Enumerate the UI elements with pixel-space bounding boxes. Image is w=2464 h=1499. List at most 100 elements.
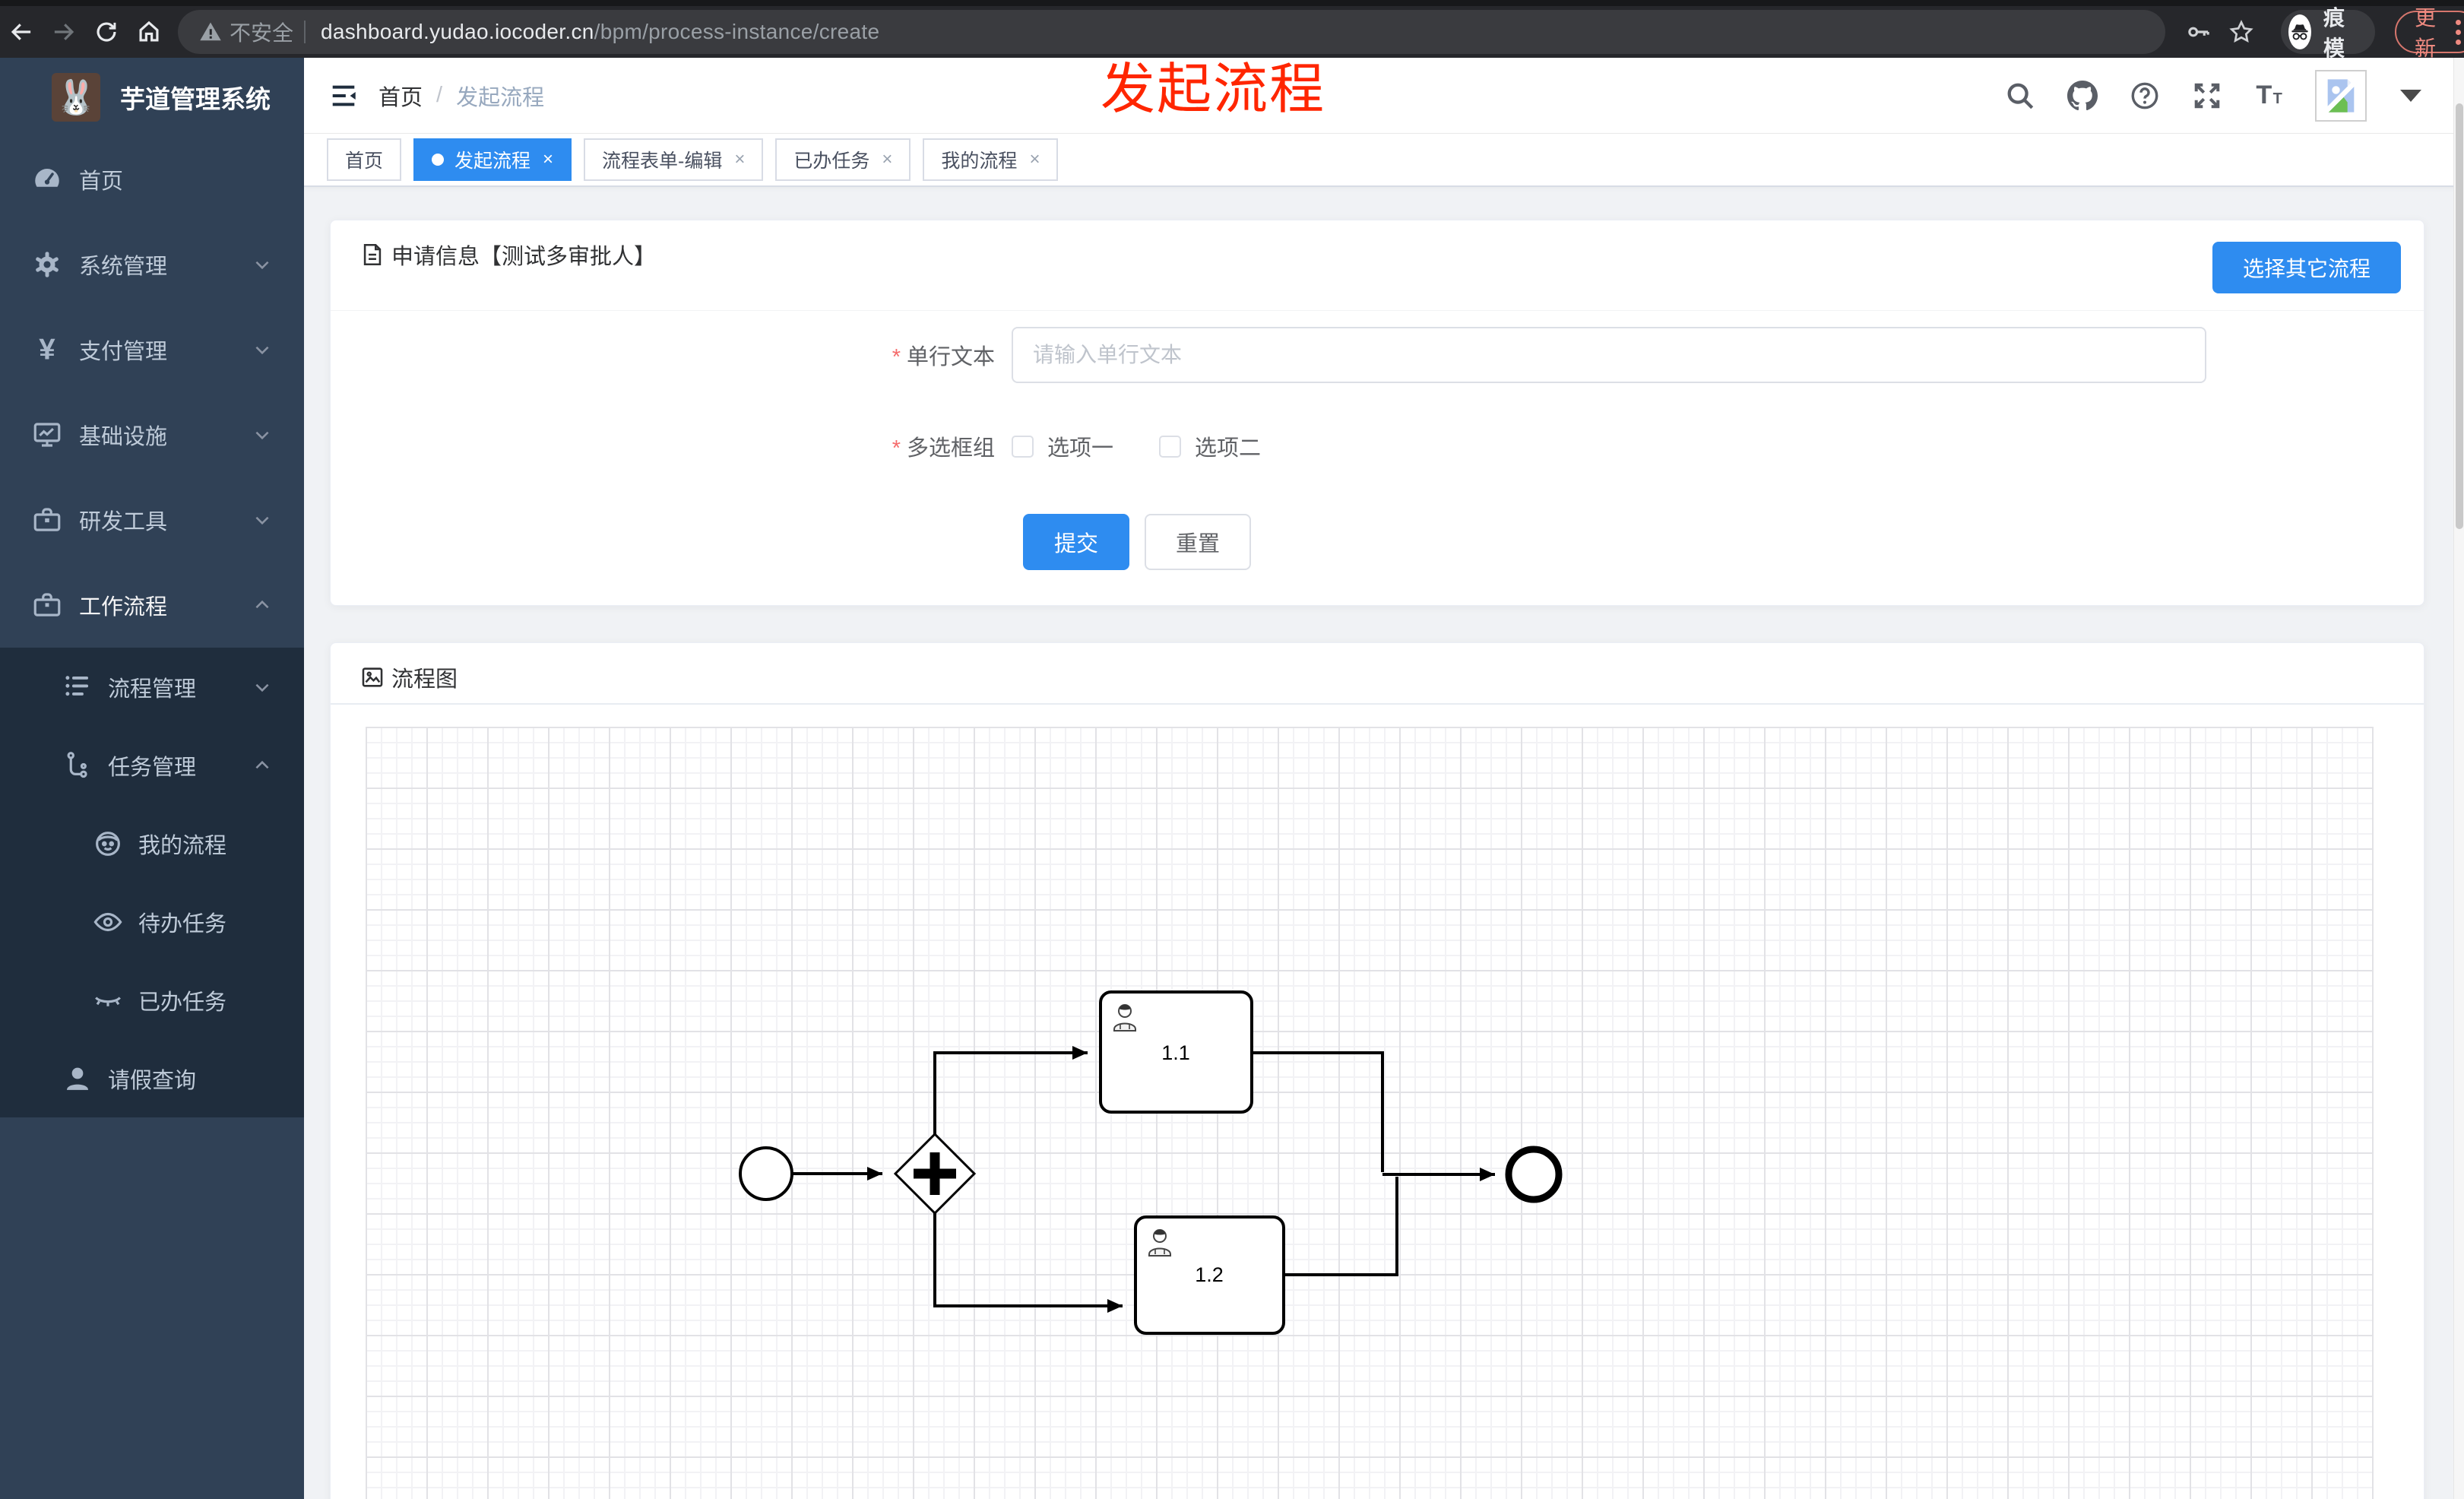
sidebar-item-workflow[interactable]: 工作流程 bbox=[0, 563, 304, 648]
tab-home[interactable]: 首页 bbox=[327, 138, 402, 181]
browser-update-button[interactable]: 更新 bbox=[2395, 6, 2464, 60]
sidebar-item-system[interactable]: 系统管理 bbox=[0, 222, 304, 307]
eye-open-icon bbox=[91, 905, 125, 939]
sidebar: 🐰 芋道管理系统 首页 系统管理 ¥ 支付管理 基础设施 研发工具 工作流程 流… bbox=[0, 58, 304, 1499]
checkbox-option-label[interactable]: 选项一 bbox=[1047, 430, 1113, 462]
annotation-overlay-text: 发起流程 bbox=[1101, 59, 1326, 120]
bookmark-star-button[interactable] bbox=[2220, 11, 2263, 53]
chevron-down-icon bbox=[255, 683, 269, 692]
submit-button[interactable]: 提交 bbox=[1023, 514, 1129, 570]
chevron-up-icon bbox=[255, 760, 269, 769]
header-help-button[interactable] bbox=[2128, 79, 2162, 113]
person-icon bbox=[61, 1062, 94, 1095]
user-avatar[interactable] bbox=[2315, 69, 2367, 122]
flow-diagram-card-title: 流程图 bbox=[391, 667, 458, 692]
document-icon bbox=[359, 242, 385, 268]
checkbox-group-row: * 多选框组 选项一 选项二 bbox=[331, 418, 2424, 474]
flow-diagram-card-header: 流程图 bbox=[331, 643, 2424, 711]
choose-other-process-button[interactable]: 选择其它流程 bbox=[2212, 242, 2401, 293]
search-icon bbox=[2007, 83, 2034, 109]
browser-home-button[interactable] bbox=[128, 11, 170, 53]
breadcrumb: 首页 / 发起流程 bbox=[378, 80, 544, 112]
sidebar-item-payment[interactable]: ¥ 支付管理 bbox=[0, 307, 304, 392]
tab-close-icon[interactable]: × bbox=[882, 151, 892, 169]
form-actions-row: 提交 重置 bbox=[331, 514, 2424, 570]
sidebar-item-my-process[interactable]: 我的流程 bbox=[0, 804, 304, 883]
list-icon bbox=[61, 670, 94, 704]
header-github-button[interactable] bbox=[2066, 79, 2099, 113]
page-scrollbar[interactable] bbox=[2453, 58, 2464, 1499]
app-logo-row[interactable]: 🐰 芋道管理系统 bbox=[0, 58, 304, 137]
chevron-up-icon bbox=[255, 600, 269, 609]
toolbox-icon bbox=[30, 588, 64, 622]
sidebar-item-label: 支付管理 bbox=[79, 340, 168, 364]
sidebar-item-leave-query[interactable]: 请假查询 bbox=[0, 1039, 304, 1117]
apply-info-card-header: 申请信息【测试多审批人】 选择其它流程 bbox=[331, 220, 2424, 293]
sidebar-item-devtools[interactable]: 研发工具 bbox=[0, 477, 304, 563]
tab-close-icon[interactable]: × bbox=[543, 151, 553, 169]
browser-reload-button[interactable] bbox=[85, 11, 128, 53]
bpmn-diagram: 1.1 1.2 bbox=[739, 990, 1563, 1335]
single-line-text-input[interactable] bbox=[1012, 327, 2206, 383]
checkbox-box[interactable] bbox=[1159, 435, 1182, 458]
reset-button[interactable]: 重置 bbox=[1145, 514, 1251, 570]
incognito-icon bbox=[2288, 14, 2311, 49]
avatar-caret-down-icon[interactable] bbox=[2400, 89, 2421, 102]
page-content: 申请信息【测试多审批人】 选择其它流程 *单行文本 *多选框组 选项一 bbox=[304, 189, 2464, 1499]
font-size-icon: TT bbox=[2256, 81, 2282, 109]
sidebar-item-home[interactable]: 首页 bbox=[0, 137, 304, 222]
tab-my-process[interactable]: 我的流程 × bbox=[923, 138, 1059, 181]
sidebar-collapse-button[interactable] bbox=[321, 73, 366, 119]
card-header-divider bbox=[331, 703, 2424, 705]
checkbox-option-1[interactable]: 选项一 bbox=[1012, 430, 1113, 462]
header-search-button[interactable] bbox=[2003, 79, 2037, 113]
scrollbar-thumb[interactable] bbox=[2456, 103, 2463, 529]
browser-back-button[interactable] bbox=[0, 11, 43, 53]
sidebar-item-label: 我的流程 bbox=[138, 833, 227, 858]
checkbox-option-2[interactable]: 选项二 bbox=[1159, 430, 1261, 462]
breadcrumb-home[interactable]: 首页 bbox=[378, 80, 423, 112]
active-dot bbox=[432, 154, 445, 166]
tab-close-icon[interactable]: × bbox=[734, 151, 745, 169]
sidebar-item-infrastructure[interactable]: 基础设施 bbox=[0, 392, 304, 477]
bpmn-parallel-gateway[interactable] bbox=[893, 1132, 977, 1215]
sidebar-item-todo-tasks[interactable]: 待办任务 bbox=[0, 883, 304, 961]
bpmn-end-event[interactable] bbox=[1505, 1146, 1563, 1203]
checkbox-option-label[interactable]: 选项二 bbox=[1195, 430, 1261, 462]
bpmn-user-task-1-1[interactable]: 1.1 bbox=[1099, 990, 1253, 1114]
bpmn-user-task-1-2[interactable]: 1.2 bbox=[1134, 1215, 1285, 1335]
security-label[interactable]: 不安全 bbox=[230, 17, 293, 47]
sidebar-item-label: 系统管理 bbox=[79, 255, 168, 279]
update-label: 更新 bbox=[2415, 6, 2437, 60]
tab-label: 已办任务 bbox=[793, 151, 870, 172]
sidebar-item-process-management[interactable]: 流程管理 bbox=[0, 648, 304, 726]
bpmn-start-event[interactable] bbox=[739, 1146, 793, 1201]
breadcrumb-separator: / bbox=[436, 83, 443, 107]
sidebar-item-label: 请假查询 bbox=[108, 1068, 197, 1093]
sidebar-item-done-tasks[interactable]: 已办任务 bbox=[0, 961, 304, 1039]
checkbox-box[interactable] bbox=[1012, 435, 1034, 458]
tab-done-tasks[interactable]: 已办任务 × bbox=[775, 138, 911, 181]
chevron-down-icon bbox=[255, 516, 269, 525]
task-label: 1.1 bbox=[1161, 1041, 1190, 1064]
tab-start-process[interactable]: 发起流程 × bbox=[413, 138, 572, 181]
browser-forward-button[interactable] bbox=[43, 11, 85, 53]
sidebar-item-label: 工作流程 bbox=[79, 595, 168, 620]
tab-close-icon[interactable]: × bbox=[1029, 151, 1040, 169]
password-key-button[interactable] bbox=[2177, 11, 2220, 53]
header-fullscreen-button[interactable] bbox=[2190, 79, 2224, 113]
sidebar-item-label: 流程管理 bbox=[108, 677, 197, 702]
sidebar-item-task-management[interactable]: 任务管理 bbox=[0, 726, 304, 804]
app-root: 🐰 芋道管理系统 首页 系统管理 ¥ 支付管理 基础设施 研发工具 工作流程 流… bbox=[0, 58, 2464, 1499]
not-secure-warning-icon bbox=[200, 22, 221, 41]
bpmn-canvas[interactable]: 1.1 1.2 bbox=[366, 727, 2374, 1499]
browser-menu-kebab-icon[interactable] bbox=[2450, 17, 2464, 48]
question-circle-icon bbox=[2131, 82, 2158, 109]
checkbox-group-label: * 多选框组 bbox=[892, 436, 995, 461]
svg-text:T: T bbox=[2256, 81, 2272, 109]
page-header: 首页 / 发起流程 TT bbox=[304, 58, 2464, 134]
header-font-size-button[interactable]: TT bbox=[2253, 79, 2286, 113]
tab-process-form-edit[interactable]: 流程表单-编辑 × bbox=[584, 138, 764, 181]
home-icon bbox=[139, 21, 159, 42]
apply-info-card-title: 申请信息【测试多审批人】 bbox=[391, 245, 657, 269]
